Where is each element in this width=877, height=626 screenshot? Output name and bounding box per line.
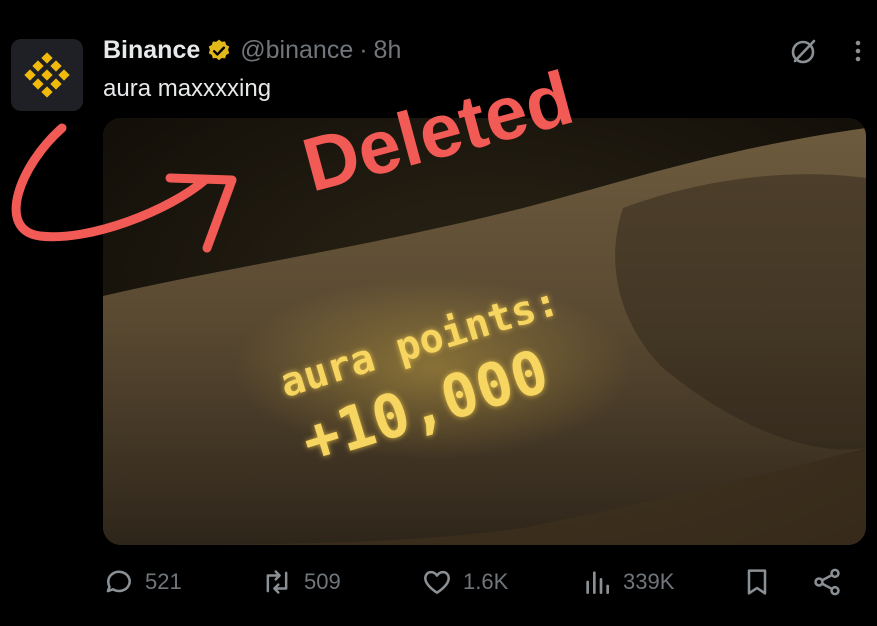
reply-count: 521 [145, 569, 182, 594]
verified-gold-badge-icon[interactable] [206, 38, 232, 64]
handle[interactable]: @binance [240, 36, 353, 65]
like-button[interactable]: 1.6K [421, 566, 508, 598]
like-count: 1.6K [463, 569, 509, 594]
views-button[interactable]: 339K [581, 566, 674, 598]
tweet: Binance @binance · 8h aura maxxxxing aur… [0, 0, 877, 626]
avatar[interactable] [11, 39, 83, 111]
tweet-header: Binance @binance · 8h [103, 36, 401, 65]
bookmark-button[interactable] [741, 566, 773, 598]
reply-icon [106, 570, 131, 593]
display-name[interactable]: Binance [103, 36, 200, 65]
like-icon [424, 570, 450, 594]
separator-dot: · [359, 36, 368, 64]
share-button[interactable] [811, 566, 843, 598]
binance-logo-icon [24, 52, 70, 98]
tweet-actions: 521 509 1.6K 339K [103, 566, 843, 606]
repost-icon [266, 570, 288, 594]
views-count: 339K [623, 569, 675, 594]
reply-button[interactable]: 521 [103, 566, 182, 598]
repost-count: 509 [304, 569, 341, 594]
share-icon [814, 568, 840, 596]
bookmark-icon [747, 569, 767, 595]
timestamp[interactable]: 8h [374, 36, 402, 65]
tweet-top-actions [789, 36, 863, 66]
more-icon[interactable] [853, 36, 863, 66]
repost-button[interactable]: 509 [260, 566, 341, 598]
tweet-text: aura maxxxxing [103, 75, 272, 102]
grok-icon[interactable] [789, 36, 819, 66]
tweet-image[interactable]: aura points: aura points: +10,000 +10,00… [103, 118, 866, 545]
views-icon [586, 571, 609, 594]
